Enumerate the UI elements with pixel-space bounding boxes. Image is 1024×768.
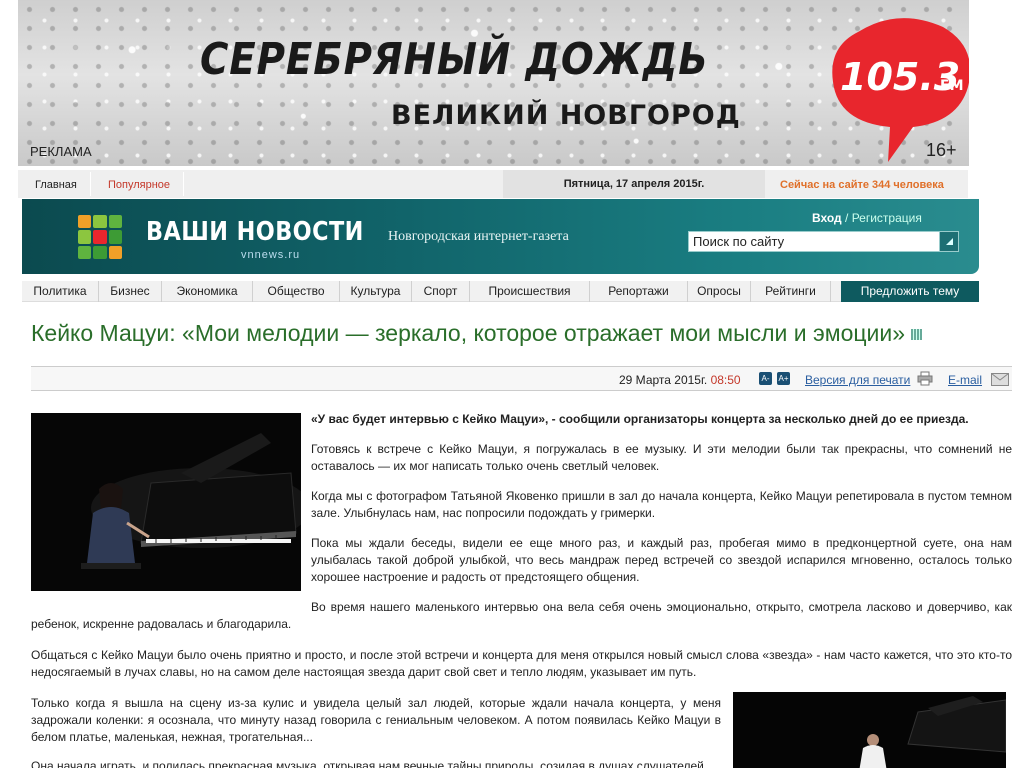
main-nav: Политика Бизнес Экономика Общество Культ… (22, 281, 979, 302)
article-paragraph: Только когда я вышла на сцену из-за кули… (31, 696, 721, 744)
stage-photo-image (733, 692, 1006, 768)
top-bar: Главная Популярное Пятница, 17 апреля 20… (18, 170, 968, 198)
nav-item-economy[interactable]: Экономика (162, 281, 253, 302)
site-tagline: Новгородская интернет-газета (388, 229, 569, 244)
current-date: Пятница, 17 апреля 2015г. (503, 170, 765, 198)
nav-item-reports[interactable]: Репортажи (590, 281, 688, 302)
advertising-banner[interactable]: СЕРЕБРЯНЫЙ ДОЖДЬ ВЕЛИКИЙ НОВГОРОД 105.3 … (18, 0, 969, 166)
banner-frequency-unit: FM (940, 78, 964, 94)
article-meta-bar: 29 Марта 2015г. 08:50 A- A+ Версия для п… (31, 366, 1012, 391)
article-photo[interactable] (31, 413, 301, 591)
article-title: Кейко Мацуи: «Мои мелодии — зеркало, кот… (31, 320, 923, 347)
divider (183, 172, 184, 196)
ad-label: РЕКЛАМА (30, 144, 92, 159)
banner-title: СЕРЕБРЯНЫЙ ДОЖДЬ (200, 34, 709, 85)
article-time: 08:50 (710, 373, 741, 387)
site-header: ВАШИ НОВОСТИ vnnews.ru Новгородская инте… (22, 199, 979, 274)
search-input[interactable] (689, 232, 939, 251)
online-counter: Сейчас на сайте 344 человека (780, 179, 944, 191)
nav-item-polls[interactable]: Опросы (688, 281, 751, 302)
register-link[interactable]: Регистрация (852, 211, 922, 225)
envelope-icon[interactable] (991, 373, 1009, 386)
gallery-icon[interactable] (911, 329, 923, 341)
search-box (688, 231, 959, 252)
logo-icon[interactable] (78, 215, 122, 259)
age-rating: 16+ (926, 140, 957, 160)
nav-item-sport[interactable]: Спорт (412, 281, 470, 302)
nav-item-culture[interactable]: Культура (340, 281, 412, 302)
article-photo[interactable] (733, 692, 1006, 768)
article-lead: «У вас будет интервью с Кейко Мацуи», - … (311, 412, 969, 426)
divider (90, 172, 91, 196)
nav-item-society[interactable]: Общество (253, 281, 340, 302)
site-name[interactable]: ВАШИ НОВОСТИ (146, 217, 364, 247)
font-increase-button[interactable]: A+ (777, 372, 790, 385)
nav-item-business[interactable]: Бизнес (99, 281, 162, 302)
auth-separator: / (841, 211, 852, 225)
nav-item-politics[interactable]: Политика (22, 281, 99, 302)
suggest-topic-button[interactable]: Предложить тему (841, 281, 979, 302)
article-paragraph: Во время нашего маленького интервью она … (31, 600, 1012, 631)
nav-item-ratings[interactable]: Рейтинги (751, 281, 831, 302)
article-date: 29 Марта 2015г. 08:50 (619, 373, 741, 387)
article-paragraph: Готовясь к встрече с Кейко Мацуи, я погр… (311, 442, 1012, 473)
arrow-icon (946, 238, 953, 245)
article-date-text: 29 Марта 2015г. (619, 373, 708, 387)
banner-subtitle: ВЕЛИКИЙ НОВГОРОД (391, 100, 741, 131)
article-paragraph: Общаться с Кейко Мацуи было очень приятн… (31, 648, 1012, 679)
nav-item-incidents[interactable]: Происшествия (470, 281, 590, 302)
email-link[interactable]: E-mail (948, 373, 982, 387)
popular-link[interactable]: Популярное (108, 179, 170, 191)
article-paragraph: Пока мы ждали беседы, видели ее еще мног… (311, 536, 1012, 584)
login-link[interactable]: Вход (812, 211, 842, 225)
auth-links: Вход / Регистрация (812, 211, 922, 225)
print-link[interactable]: Версия для печати (805, 373, 910, 387)
article-paragraph: Она начала играть, и полилась прекрасная… (31, 759, 704, 768)
site-domain: vnnews.ru (241, 249, 301, 261)
search-button[interactable] (939, 232, 958, 251)
article-paragraph: Когда мы с фотографом Татьяной Яковенко … (311, 489, 1012, 520)
home-link[interactable]: Главная (35, 179, 77, 191)
article-title-text: Кейко Мацуи: «Мои мелодии — зеркало, кот… (31, 320, 906, 346)
pianist-photo-image (31, 413, 301, 591)
printer-icon[interactable] (917, 371, 933, 386)
font-decrease-button[interactable]: A- (759, 372, 772, 385)
